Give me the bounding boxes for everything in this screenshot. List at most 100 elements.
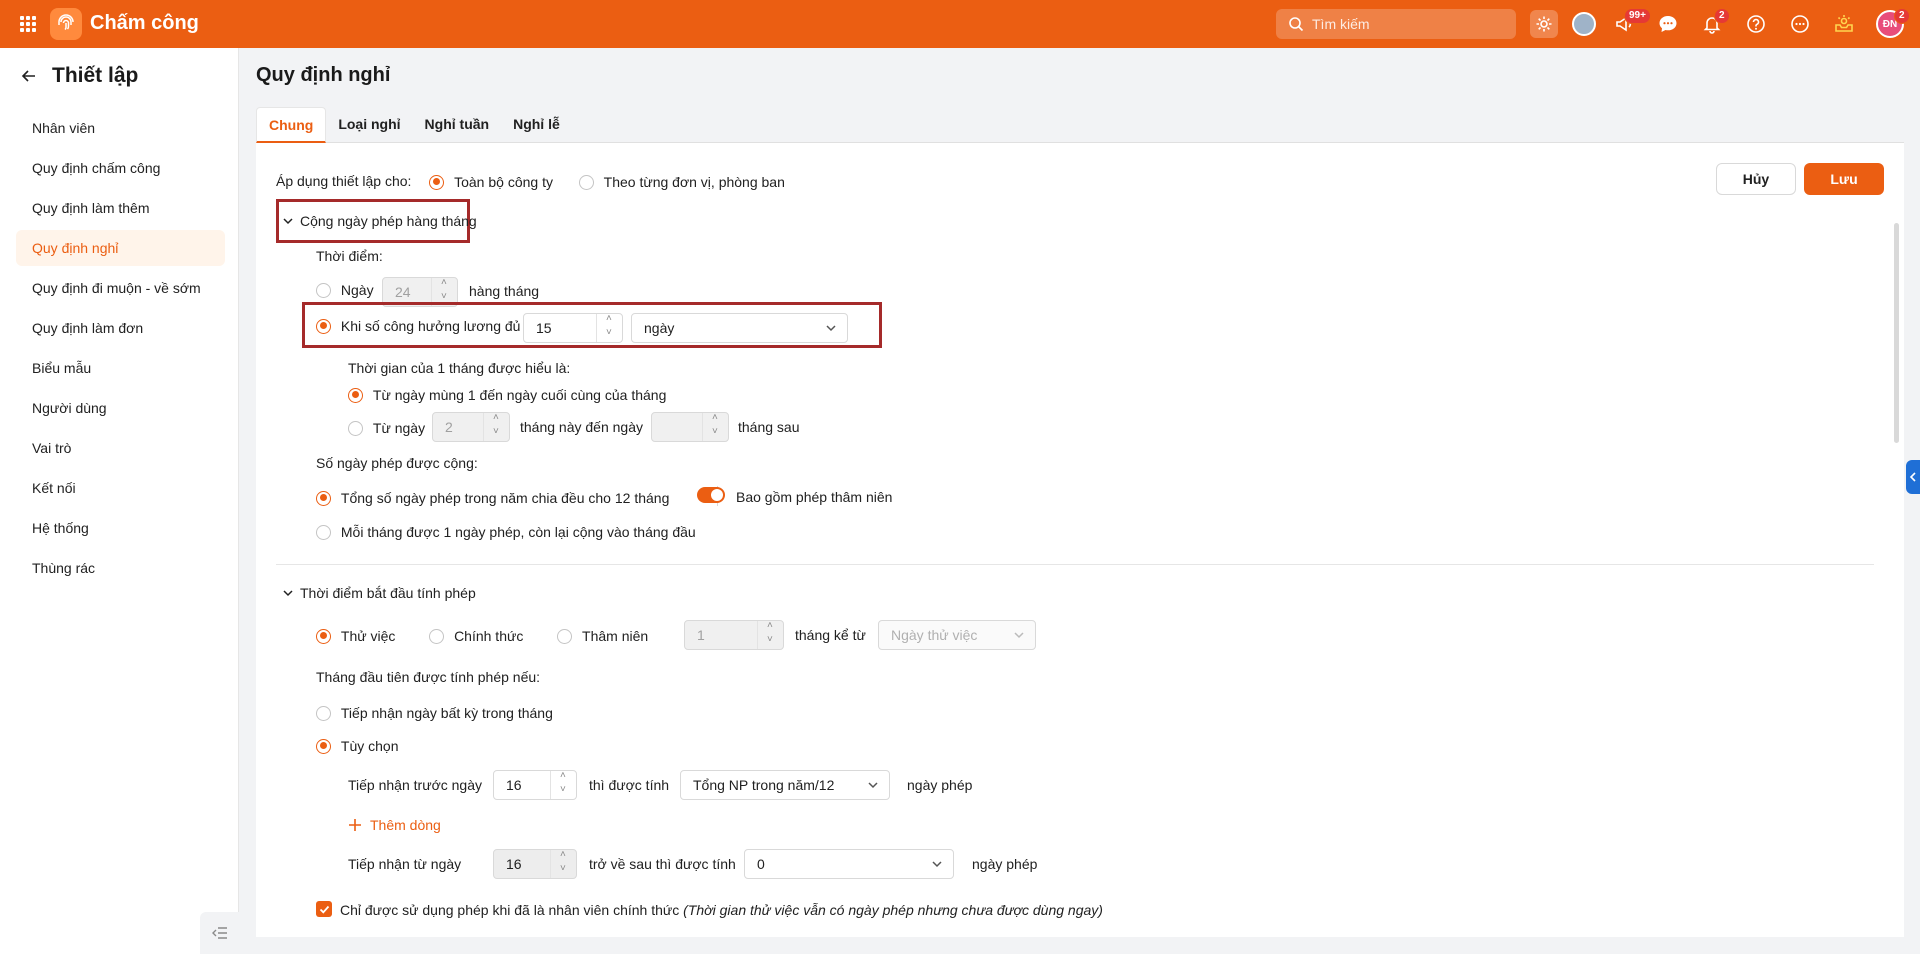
- radio-custom-label[interactable]: Tùy chọn: [341, 738, 399, 754]
- official-only-label: Chỉ được sử dụng phép khi đã là nhân viê…: [340, 902, 680, 918]
- tab-holidays[interactable]: Nghỉ lễ: [501, 107, 572, 143]
- notifications-button[interactable]: 2: [1698, 8, 1730, 38]
- sidebar-item-request-rules[interactable]: Quy định làm đơn: [16, 310, 225, 346]
- sidebar-item-templates[interactable]: Biểu mẫu: [16, 350, 225, 386]
- chat-button[interactable]: [1654, 10, 1682, 38]
- radio-custom[interactable]: [316, 738, 331, 754]
- timing-day-suffix: hàng tháng: [469, 283, 540, 299]
- sidebar-item-trash[interactable]: Thùng rác: [16, 550, 225, 586]
- notifications-badge: 2: [1714, 8, 1730, 24]
- radio-month-calendar-label[interactable]: Từ ngày mùng 1 đến ngày cuối cùng của th…: [373, 387, 666, 403]
- rule-row-2-select[interactable]: 0: [744, 849, 954, 879]
- help-circle-icon: [1747, 15, 1765, 33]
- sidebar-item-employees[interactable]: Nhân viên: [16, 110, 225, 146]
- cancel-button[interactable]: Hủy: [1716, 163, 1796, 195]
- radio-timing-day-label[interactable]: Ngày: [341, 282, 374, 298]
- add-row-button[interactable]: Thêm dòng: [348, 817, 441, 833]
- help-button[interactable]: [1742, 10, 1770, 38]
- sidebar-item-leave-rules[interactable]: Quy định nghỉ: [16, 230, 225, 266]
- radio-probation-label[interactable]: Thử việc: [341, 628, 396, 644]
- sun-inbox-icon: [1835, 15, 1853, 32]
- official-only-checkbox[interactable]: [316, 901, 332, 917]
- seniority-from-select[interactable]: Ngày thử việc: [878, 620, 1036, 650]
- chevron-down-icon: [826, 325, 836, 332]
- sidebar-item-system[interactable]: Hệ thống: [16, 510, 225, 546]
- avatar: [1572, 12, 1596, 36]
- save-button[interactable]: Lưu: [1804, 163, 1884, 195]
- days-added-option-1: Tổng số ngày phép trong năm chia đều cho…: [316, 489, 669, 506]
- first-month-option-2: Tùy chọn: [316, 737, 398, 754]
- search-box[interactable]: [1276, 9, 1516, 39]
- seniority-months-suffix: tháng kể từ: [795, 627, 866, 643]
- start-options-row: Thử việc Chính thức Thâm niên: [316, 627, 648, 644]
- radio-seniority-label[interactable]: Thâm niên: [582, 628, 648, 644]
- settings-content: Áp dụng thiết lập cho: Toàn bộ công ty T…: [256, 143, 1904, 937]
- radio-seniority[interactable]: [557, 628, 573, 644]
- month-definition-option-2: Từ ngày: [348, 419, 425, 436]
- radio-one-per-month-label[interactable]: Mỗi tháng được 1 ngày phép, còn lại cộng…: [341, 524, 696, 540]
- timing-enough-option: Khi số công hưởng lương đủ: [316, 317, 520, 334]
- radio-timing-enough[interactable]: [316, 318, 331, 334]
- daily-checkin-button[interactable]: [1830, 10, 1858, 38]
- month-custom-suffix: tháng sau: [738, 419, 800, 435]
- monthly-accrual-section-title: Cộng ngày phép hàng tháng: [300, 213, 477, 229]
- account-button[interactable]: ĐN 2: [1876, 8, 1910, 38]
- radio-by-unit-label[interactable]: Theo từng đơn vị, phòng ban: [604, 174, 785, 190]
- paid-days-input[interactable]: 15: [523, 313, 623, 343]
- tab-weekly-off[interactable]: Nghỉ tuần: [413, 107, 502, 143]
- seniority-months-input[interactable]: 1: [684, 620, 784, 650]
- back-arrow-icon[interactable]: [20, 67, 38, 85]
- user-avatar-button[interactable]: [1570, 10, 1598, 38]
- collapse-sidebar-button[interactable]: [200, 912, 240, 954]
- rule-row-1-day-input[interactable]: 16: [493, 770, 577, 800]
- updates-button[interactable]: 99+: [1610, 8, 1651, 38]
- radio-whole-company[interactable]: [429, 174, 445, 190]
- radio-month-calendar[interactable]: [348, 387, 363, 403]
- include-seniority-toggle[interactable]: [697, 487, 725, 503]
- search-input[interactable]: [1312, 16, 1502, 32]
- tab-general[interactable]: Chung: [256, 107, 327, 143]
- more-button[interactable]: [1786, 10, 1814, 38]
- radio-official-label[interactable]: Chính thức: [454, 628, 523, 644]
- paid-days-unit-select[interactable]: ngày: [631, 313, 848, 343]
- sidebar-item-overtime-rules[interactable]: Quy định làm thêm: [16, 190, 225, 226]
- radio-one-per-month[interactable]: [316, 524, 331, 540]
- collapse-left-icon: [212, 927, 227, 939]
- radio-month-custom[interactable]: [348, 420, 363, 436]
- radio-timing-enough-label[interactable]: Khi số công hưởng lương đủ: [341, 318, 521, 334]
- radio-divide-12[interactable]: [316, 490, 331, 506]
- chevron-down-icon: [283, 590, 293, 597]
- radio-probation[interactable]: [316, 628, 331, 644]
- rule-row-2-day-input[interactable]: 16: [493, 849, 577, 879]
- radio-timing-day[interactable]: [316, 282, 331, 298]
- section-divider: [276, 564, 1874, 565]
- updates-badge: 99+: [1624, 8, 1651, 24]
- settings-button[interactable]: [1530, 10, 1558, 38]
- sidebar-item-users[interactable]: Người dùng: [16, 390, 225, 426]
- radio-any-day[interactable]: [316, 705, 331, 721]
- apps-grid-icon[interactable]: [20, 16, 36, 32]
- content-scrollbar[interactable]: [1894, 223, 1899, 443]
- radio-any-day-label[interactable]: Tiếp nhận ngày bất kỳ trong tháng: [341, 705, 553, 721]
- month-start-day-input[interactable]: 2: [432, 412, 510, 442]
- radio-whole-company-label[interactable]: Toàn bộ công ty: [454, 174, 553, 190]
- radio-month-custom-label[interactable]: Từ ngày: [373, 420, 425, 436]
- expand-panel-button[interactable]: [1906, 460, 1920, 494]
- rule-row-1-prefix: Tiếp nhận trước ngày: [348, 777, 482, 793]
- sidebar-item-connections[interactable]: Kết nối: [16, 470, 225, 506]
- start-accrual-section-toggle[interactable]: Thời điểm bắt đầu tính phép: [282, 585, 476, 601]
- rule-row-1-mid: thì được tính: [589, 777, 670, 793]
- month-end-day-input[interactable]: [651, 412, 729, 442]
- month-definition-option-1: Từ ngày mùng 1 đến ngày cuối cùng của th…: [348, 386, 666, 403]
- sidebar-item-late-early-rules[interactable]: Quy định đi muộn - về sớm: [16, 270, 225, 306]
- sidebar-item-roles[interactable]: Vai trò: [16, 430, 225, 466]
- sidebar-item-attendance-rules[interactable]: Quy định chấm công: [16, 150, 225, 186]
- official-only-note: (Thời gian thử việc vẫn có ngày phép như…: [683, 902, 1103, 918]
- radio-divide-12-label[interactable]: Tổng số ngày phép trong năm chia đều cho…: [341, 490, 669, 506]
- radio-by-unit[interactable]: [578, 174, 594, 190]
- rule-row-1-select[interactable]: Tổng NP trong năm/12: [680, 770, 890, 800]
- rule-row-2-mid: trở về sau thì được tính: [589, 856, 736, 872]
- monthly-accrual-section-toggle[interactable]: Cộng ngày phép hàng tháng: [282, 213, 477, 229]
- tab-leave-types[interactable]: Loại nghỉ: [326, 107, 412, 143]
- radio-official[interactable]: [429, 628, 445, 644]
